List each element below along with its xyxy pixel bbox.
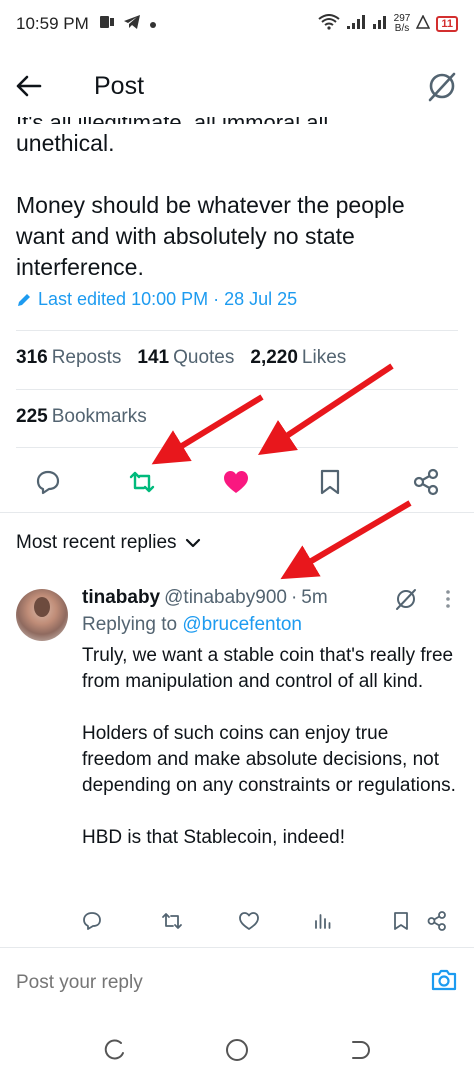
reply-like-button[interactable] [234, 904, 264, 938]
divider [16, 389, 458, 390]
network-speed: 297 B/s [393, 13, 411, 34]
home-icon [226, 1039, 248, 1061]
replying-to-link[interactable]: @brucefenton [182, 614, 302, 635]
top-bar: Post [0, 55, 474, 117]
status-time: 10:59 PM [16, 14, 89, 33]
bookmark-icon [320, 469, 340, 495]
signal-icon-2 [372, 14, 388, 35]
back-nav-icon [352, 1041, 370, 1059]
camera-icon [431, 969, 457, 991]
reply-views-button[interactable] [308, 904, 338, 938]
divider [16, 330, 458, 331]
home-button[interactable] [221, 1034, 253, 1066]
alert-icon [416, 14, 431, 34]
camera-button[interactable] [430, 968, 458, 997]
reply-paragraph: Truly, we want a stable coin that's real… [82, 645, 454, 692]
bookmark-icon [394, 912, 408, 930]
reply-button[interactable] [26, 460, 70, 504]
dot-icon [149, 14, 157, 34]
page-title: Post [94, 71, 145, 100]
divider [16, 447, 458, 448]
reply-bookmark-button[interactable] [386, 904, 416, 938]
reply-reply-button[interactable] [77, 904, 107, 938]
heart-filled-icon [224, 471, 248, 493]
avatar[interactable] [16, 589, 68, 641]
share-icon [413, 468, 439, 496]
reply-author-handle[interactable]: @tinababy900 [164, 587, 287, 609]
annotation-arrow-like [258, 363, 394, 455]
pencil-icon [18, 293, 30, 306]
back-nav-button[interactable] [343, 1034, 375, 1066]
reply-paragraph: Holders of such coins can enjoy true fre… [82, 723, 456, 796]
battery-indicator: 11 [436, 16, 458, 32]
repost-icon [129, 471, 155, 493]
reposts-stat[interactable]: 316 Reposts [16, 347, 121, 369]
reply-author-name[interactable]: tinababy [82, 587, 160, 609]
grok-icon [396, 589, 416, 610]
reply-paragraph: HBD is that Stablecoin, indeed! [82, 827, 345, 848]
reply-header: tinababy @tinababy900 · 5m [82, 587, 328, 609]
more-vertical-icon [446, 590, 450, 608]
reply-icon [83, 912, 101, 930]
compose-bar [0, 947, 474, 1017]
reply-more-button[interactable] [440, 587, 456, 616]
reply-repost-button[interactable] [157, 904, 187, 938]
reply-share-button[interactable] [422, 904, 452, 938]
telegram-icon [123, 14, 141, 35]
reply-time: 5m [301, 587, 328, 608]
notification-app-icon [99, 14, 115, 35]
reply-text: Truly, we want a stable coin that's real… [82, 643, 458, 877]
heart-icon [239, 912, 259, 930]
post-actions [0, 460, 474, 504]
bookmarks-stat[interactable]: 225 Bookmarks [16, 406, 147, 428]
reply-icon [36, 470, 60, 495]
share-icon [427, 911, 446, 931]
post-paragraph: unethical. [16, 130, 115, 156]
signal-icon [346, 14, 366, 35]
quotes-stat[interactable]: 141 Quotes [137, 347, 234, 369]
bookmark-button[interactable] [308, 460, 352, 504]
post-text: unethical. Money should be whatever the … [16, 128, 456, 314]
system-nav-bar [0, 1020, 474, 1080]
repost-icon [162, 913, 182, 929]
post-stats: 316 Reposts 141 Quotes 2,220 Likes [16, 347, 346, 369]
reply-actions [0, 904, 474, 938]
annotation-arrow-reply [280, 500, 412, 580]
replies-sort-dropdown[interactable]: Most recent replies [16, 532, 201, 554]
back-button[interactable] [16, 66, 56, 106]
post-paragraph: Money should be whatever the people want… [16, 192, 405, 280]
chevron-down-icon [185, 538, 200, 548]
repost-button[interactable] [120, 460, 164, 504]
wifi-icon [318, 13, 340, 35]
grok-icon [428, 72, 456, 102]
back-arrow-icon [16, 75, 42, 97]
status-bar: 10:59 PM 297 B/s 11 [0, 0, 474, 48]
divider [0, 512, 474, 513]
likes-stat[interactable]: 2,220 Likes [250, 347, 346, 369]
last-edited-link[interactable]: Last edited 10:00 PM · 28 Jul 25 [16, 289, 297, 310]
reply-grok-button[interactable] [394, 587, 418, 616]
replying-to: Replying to @brucefenton [82, 614, 302, 635]
like-button[interactable] [214, 460, 258, 504]
share-button[interactable] [404, 460, 448, 504]
analytics-icon [315, 914, 331, 929]
recents-button[interactable] [99, 1034, 131, 1066]
reply-input[interactable] [16, 971, 396, 994]
grok-button[interactable] [418, 66, 458, 106]
recents-icon [104, 1039, 124, 1060]
